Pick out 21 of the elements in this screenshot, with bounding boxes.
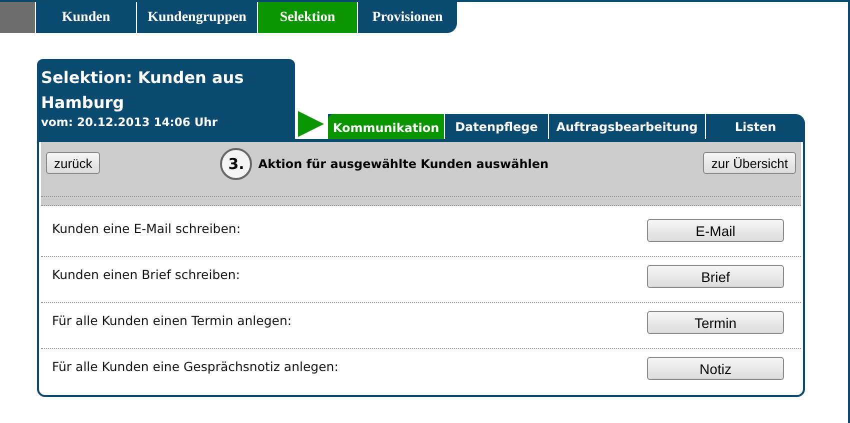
action-button[interactable]: Notiz <box>647 357 784 380</box>
action-label: Kunden eine E-Mail schreiben: <box>52 221 241 236</box>
action-label: Kunden einen Brief schreiben: <box>52 267 240 282</box>
back-button[interactable]: zurück <box>46 152 100 174</box>
nav-tab[interactable]: Kunden <box>35 2 136 33</box>
action-button[interactable]: Brief <box>647 265 784 288</box>
action-button[interactable]: Termin <box>647 311 784 334</box>
step-number: 3. <box>220 148 252 180</box>
play-arrow-icon <box>298 111 324 137</box>
sub-tab[interactable]: Kommunikation <box>328 114 445 139</box>
selection-date: vom: 20.12.2013 14:06 Uhr <box>41 115 219 129</box>
overview-button[interactable]: zur Übersicht <box>703 152 796 174</box>
nav-block <box>0 2 35 33</box>
action-button[interactable]: E-Mail <box>647 219 784 242</box>
nav-tab[interactable]: Kundengruppen <box>136 2 257 33</box>
step-heading: Aktion für ausgewählte Kunden auswählen <box>258 157 549 171</box>
action-label: Für alle Kunden einen Termin anlegen: <box>52 313 292 328</box>
selection-title: Selektion: Kunden aus Hamburg <box>41 67 245 114</box>
action-label: Für alle Kunden eine Gesprächsnotiz anlegen: <box>52 359 338 374</box>
nav-tab[interactable]: Provisionen <box>357 2 457 33</box>
nav-tab[interactable]: Selektion <box>257 2 357 33</box>
